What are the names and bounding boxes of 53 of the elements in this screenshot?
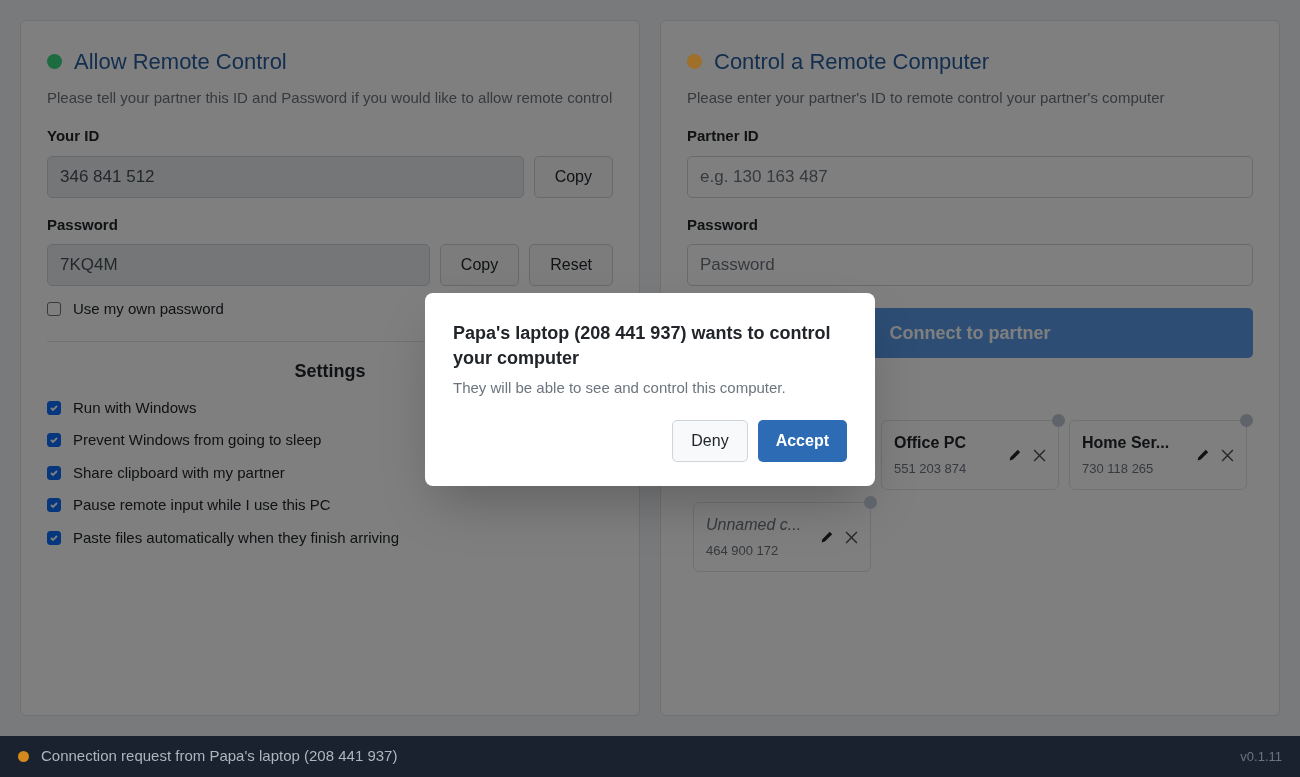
checkbox-label: Paste files automatically when they finish arriving [73,527,399,548]
section-title: Settings [294,359,366,383]
checkmark-icon [49,467,59,478]
pencil-icon[interactable] [820,530,833,544]
status-message: Connection request from Papa's laptop (208 441 937) [41,746,399,767]
checkbox[interactable] [47,302,61,317]
reset-button[interactable]: Reset [529,244,613,286]
panel-title: Allow Remote Control [74,48,287,76]
partner-name: Office PC [894,433,967,454]
deny-button[interactable]: Deny [672,419,748,462]
checkbox[interactable] [47,400,61,415]
close-icon[interactable] [1033,448,1046,462]
pencil-icon[interactable] [1196,448,1209,462]
partner-id: 551 203 874 [894,460,968,479]
field-label: Password [47,214,119,235]
checkbox[interactable] [47,433,61,448]
version-label: v0.1.11 [1240,747,1282,766]
partner-card[interactable]: Office PC 551 203 874 [881,420,1059,490]
dialog-message: They will be able to see and control this computer. [453,378,787,398]
password-field[interactable]: Password [687,244,1253,286]
pencil-icon[interactable] [1008,448,1021,462]
field-label: Partner ID [687,126,760,146]
checkbox-label: Prevent Windows from going to sleep [73,430,322,450]
checkbox-label: Use my own password [73,299,224,319]
partner-name: Unnamed c... [706,515,803,536]
close-icon[interactable] [1221,448,1234,462]
checkbox[interactable] [47,465,61,480]
checkmark-icon [49,402,59,413]
close-icon[interactable] [845,530,858,544]
id-field[interactable]: 346 841 512 [47,155,524,198]
checkbox[interactable] [47,530,61,545]
checkbox[interactable] [47,498,61,513]
partner-name: Home Ser... [1082,433,1171,454]
field-label: Password [687,214,759,235]
description: Please enter your partner's ID to remote control your partner's computer [687,88,1166,108]
checkmark-icon [49,435,59,446]
panel-title: Control a Remote Computer [714,48,990,76]
checkbox-label: Share clipboard with my partner [73,462,285,483]
checkmark-icon [49,532,59,543]
field-label: Your ID [47,126,101,146]
checkmark-icon [49,500,59,511]
accept-button[interactable]: Accept [757,419,847,462]
copy-button[interactable]: Copy [533,155,613,198]
partner-card[interactable]: Home Ser... 730 118 265 [1069,420,1247,490]
copy-button[interactable]: Copy [439,244,520,286]
checkbox-label: Pause remote input while I use this PC [73,495,331,515]
partner-id: 464 900 172 [706,542,780,561]
partner-id: 730 118 265 [1082,460,1155,479]
password-field[interactable]: 7KQ4M [47,244,430,286]
checkbox-label: Run with Windows [73,397,197,418]
partner-id-field[interactable]: e.g. 130 163 487 [687,155,1253,198]
partner-card[interactable]: Unnamed c... 464 900 172 [693,502,871,572]
description: Please tell your partner this ID and Password if you would like to allow remote control [47,88,613,108]
